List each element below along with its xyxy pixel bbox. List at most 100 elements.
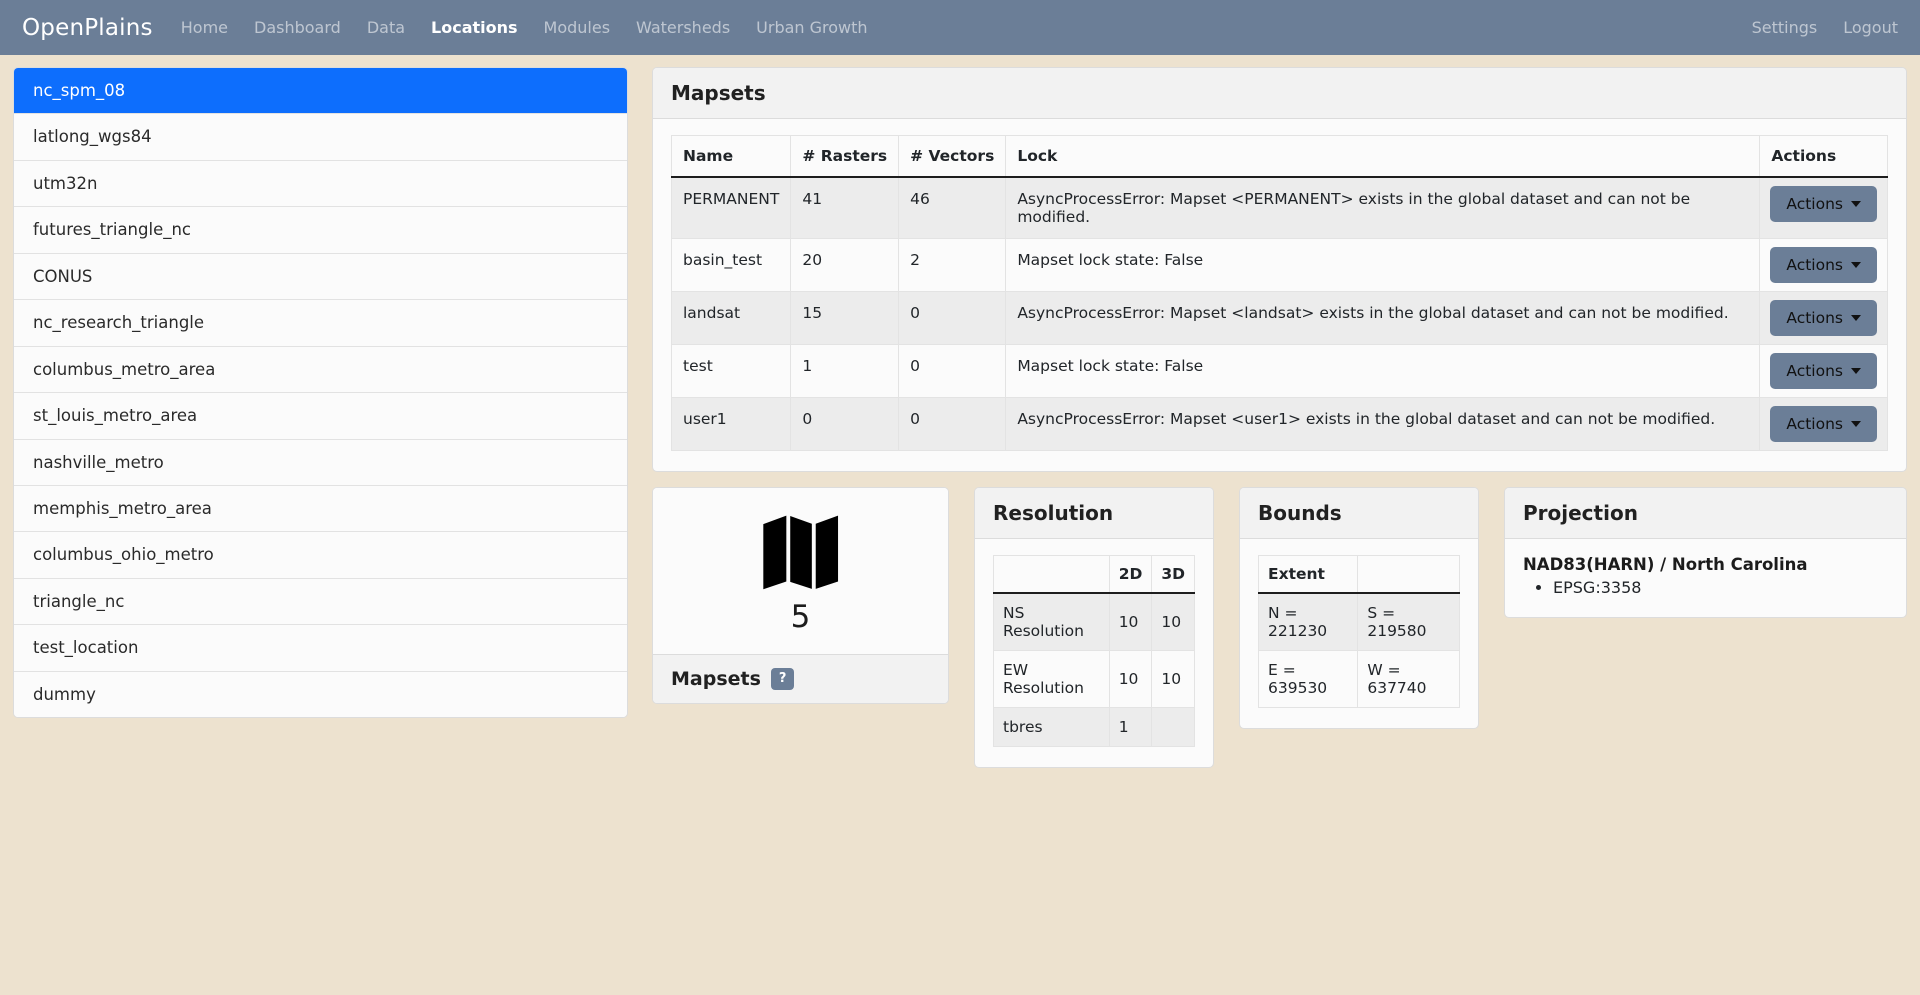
resolution-table-head: 2D 3D: [993, 555, 1195, 594]
cell-rasters: 41: [790, 176, 900, 239]
mapset-count-card: 5 Mapsets ?: [652, 487, 949, 705]
brand-logo[interactable]: OpenPlains: [22, 15, 153, 41]
chevron-down-icon: [1851, 368, 1861, 374]
cell-east: E = 639530: [1257, 650, 1359, 708]
cell-rasters: 0: [790, 397, 900, 451]
actions-dropdown-button[interactable]: Actions: [1770, 353, 1877, 389]
summary-cards-row: 5 Mapsets ? Resolution 2D 3D NS Resoluti…: [652, 487, 1907, 768]
sidebar-item-st-louis-metro-area[interactable]: st_louis_metro_area: [14, 393, 627, 440]
main-panel: Mapsets Name # Rasters # Vectors Lock Ac…: [652, 67, 1907, 768]
cell-vectors: 46: [898, 176, 1007, 239]
bounds-card: Bounds Extent N = 221230 S = 219580 E = …: [1239, 487, 1479, 729]
table-row: E = 639530 W = 637740: [1257, 650, 1460, 708]
mapset-count-value: 5: [790, 599, 811, 635]
resolution-card: Resolution 2D 3D NS Resolution 10 10 EW …: [974, 487, 1214, 768]
cell-name: landsat: [670, 291, 792, 345]
chevron-down-icon: [1851, 262, 1861, 268]
column-header-blank: [1357, 555, 1460, 594]
cell-name: user1: [670, 397, 792, 451]
nav-link-watersheds[interactable]: Watersheds: [636, 18, 730, 37]
mapsets-card: Mapsets Name # Rasters # Vectors Lock Ac…: [652, 67, 1907, 472]
cell-name: PERMANENT: [670, 176, 792, 239]
projection-card: Projection NAD83(HARN) / North Carolina …: [1504, 487, 1907, 618]
mapset-count-label: Mapsets: [671, 668, 761, 691]
chevron-down-icon: [1851, 421, 1861, 427]
sidebar-item-latlong-wgs84[interactable]: latlong_wgs84: [14, 114, 627, 161]
help-icon[interactable]: ?: [770, 668, 795, 690]
cell-actions: Actions: [1759, 344, 1888, 398]
cell-lock: Mapset lock state: False: [1005, 238, 1761, 292]
actions-dropdown-button[interactable]: Actions: [1770, 186, 1877, 222]
nav-link-locations[interactable]: Locations: [431, 18, 518, 37]
table-row: NS Resolution 10 10: [993, 592, 1195, 651]
column-header-extent: Extent: [1257, 555, 1359, 594]
sidebar-item-columbus-ohio-metro[interactable]: columbus_ohio_metro: [14, 532, 627, 579]
bounds-table-body: N = 221230 S = 219580 E = 639530 W = 637…: [1257, 592, 1460, 708]
cell-rasters: 1: [790, 344, 900, 398]
column-header-name: Name: [670, 135, 792, 178]
cell-lock: AsyncProcessError: Mapset <user1> exists…: [1005, 397, 1761, 451]
cell-actions: Actions: [1759, 397, 1888, 451]
locations-list: nc_spm_08 latlong_wgs84 utm32n futures_t…: [13, 67, 628, 719]
cell-vectors: 0: [898, 291, 1007, 345]
nav-link-dashboard[interactable]: Dashboard: [254, 18, 341, 37]
column-header-2d: 2D: [1108, 555, 1153, 594]
cell-south: S = 219580: [1357, 592, 1460, 651]
actions-dropdown-button[interactable]: Actions: [1770, 406, 1877, 442]
projection-name: NAD83(HARN) / North Carolina: [1523, 555, 1808, 574]
chevron-down-icon: [1851, 315, 1861, 321]
actions-dropdown-button[interactable]: Actions: [1770, 247, 1877, 283]
top-navbar: OpenPlains Home Dashboard Data Locations…: [0, 0, 1920, 55]
mapsets-card-body: Name # Rasters # Vectors Lock Actions PE…: [653, 119, 1906, 471]
nav-link-modules[interactable]: Modules: [544, 18, 611, 37]
actions-dropdown-button[interactable]: Actions: [1770, 300, 1877, 336]
sidebar-item-triangle-nc[interactable]: triangle_nc: [14, 578, 627, 626]
cell-name: test: [670, 344, 792, 398]
resolution-table-body: NS Resolution 10 10 EW Resolution 10 10 …: [993, 592, 1195, 747]
cell-lock: AsyncProcessError: Mapset <landsat> exis…: [1005, 291, 1761, 345]
table-header-row: 2D 3D: [993, 555, 1195, 594]
cell-3d: [1151, 707, 1195, 747]
cell-actions: Actions: [1759, 176, 1888, 239]
nav-link-logout[interactable]: Logout: [1843, 18, 1898, 37]
projection-detail-list: EPSG:3358: [1523, 578, 1888, 597]
cell-vectors: 0: [898, 344, 1007, 398]
sidebar-item-test-location[interactable]: test_location: [14, 625, 627, 672]
cell-lock: Mapset lock state: False: [1005, 344, 1761, 398]
cell-2d: 10: [1108, 592, 1153, 651]
sidebar-item-nc-research-triangle[interactable]: nc_research_triangle: [14, 300, 627, 347]
sidebar-item-futures-triangle-nc[interactable]: futures_triangle_nc: [14, 207, 627, 254]
sidebar-item-nashville-metro[interactable]: nashville_metro: [14, 439, 627, 486]
cell-rasters: 15: [790, 291, 900, 345]
cell-rasters: 20: [790, 238, 900, 292]
actions-button-label: Actions: [1786, 309, 1843, 327]
table-row: EW Resolution 10 10: [993, 650, 1195, 708]
table-row: landsat 15 0 AsyncProcessError: Mapset <…: [670, 291, 1888, 345]
cell-lock: AsyncProcessError: Mapset <PERMANENT> ex…: [1005, 176, 1761, 239]
cell-label: NS Resolution: [993, 592, 1110, 651]
sidebar-item-columbus-metro-area[interactable]: columbus_metro_area: [14, 346, 627, 394]
sidebar-item-utm32n[interactable]: utm32n: [14, 160, 627, 208]
sidebar-item-nc-spm-08[interactable]: nc_spm_08: [14, 68, 627, 115]
actions-button-label: Actions: [1786, 362, 1843, 380]
sidebar-item-dummy[interactable]: dummy: [14, 671, 627, 718]
column-header-lock: Lock: [1005, 135, 1761, 178]
actions-button-label: Actions: [1786, 195, 1843, 213]
page-content: nc_spm_08 latlong_wgs84 utm32n futures_t…: [0, 55, 1920, 768]
nav-link-home[interactable]: Home: [181, 18, 228, 37]
sidebar-item-conus[interactable]: CONUS: [14, 253, 627, 301]
cell-label: tbres: [993, 707, 1110, 747]
mapset-count-body: 5: [653, 488, 948, 655]
mapsets-table-head: Name # Rasters # Vectors Lock Actions: [670, 135, 1888, 178]
nav-link-data[interactable]: Data: [367, 18, 405, 37]
mapset-count-footer: Mapsets ?: [653, 654, 948, 704]
mapsets-table: Name # Rasters # Vectors Lock Actions PE…: [670, 135, 1888, 451]
projection-card-title: Projection: [1505, 488, 1906, 539]
table-row: N = 221230 S = 219580: [1257, 592, 1460, 651]
column-header-vectors: # Vectors: [898, 135, 1007, 178]
nav-link-urban-growth[interactable]: Urban Growth: [756, 18, 867, 37]
table-row: tbres 1: [993, 707, 1195, 747]
nav-link-settings[interactable]: Settings: [1752, 18, 1818, 37]
sidebar-item-memphis-metro-area[interactable]: memphis_metro_area: [14, 485, 627, 533]
resolution-card-title: Resolution: [975, 488, 1213, 539]
